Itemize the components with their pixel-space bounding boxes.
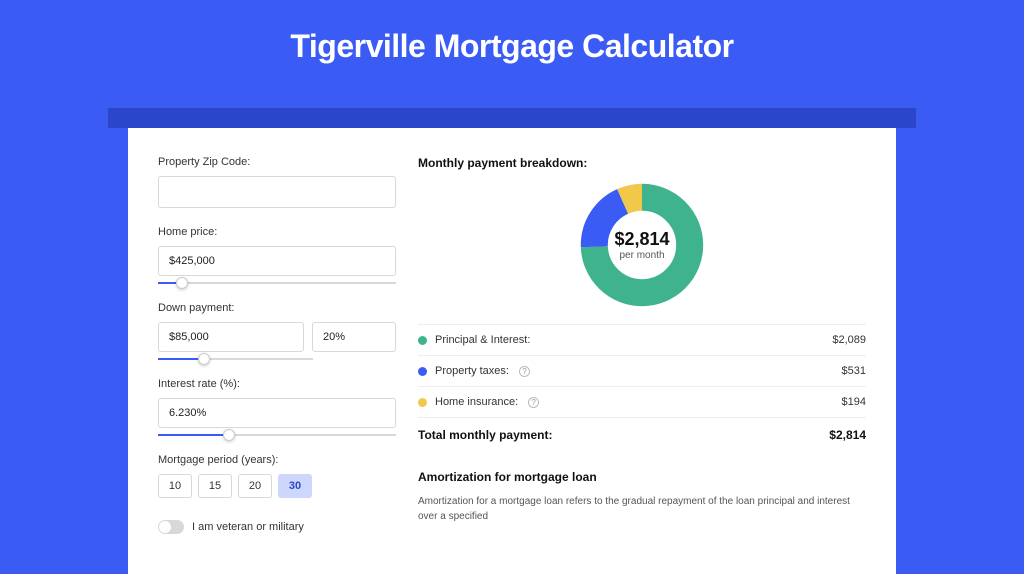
calculator-card: Property Zip Code: Home price: Down paym… [128, 128, 896, 574]
legend-amount: $194 [842, 396, 866, 408]
interest-group: Interest rate (%): [158, 378, 396, 436]
period-options: 10 15 20 30 [158, 474, 396, 498]
home-price-group: Home price: [158, 226, 396, 284]
legend-label: Property taxes: [435, 365, 509, 377]
legend-insurance: Home insurance: ? $194 [418, 386, 866, 417]
form-column: Property Zip Code: Home price: Down paym… [158, 156, 396, 534]
toggle-knob [159, 521, 171, 533]
interest-label: Interest rate (%): [158, 378, 396, 390]
zip-input[interactable] [158, 176, 396, 208]
dot-icon [418, 367, 427, 376]
home-price-slider-thumb[interactable] [176, 277, 188, 289]
donut-chart-wrap: $2,814 per month [418, 176, 866, 324]
total-label: Total monthly payment: [418, 428, 552, 442]
amortization-title: Amortization for mortgage loan [418, 470, 866, 484]
legend-label: Home insurance: [435, 396, 518, 408]
total-amount: $2,814 [829, 428, 866, 442]
legend-principal: Principal & Interest: $2,089 [418, 324, 866, 355]
legend-label: Principal & Interest: [435, 334, 530, 346]
home-price-input[interactable] [158, 246, 396, 276]
amortization-text: Amortization for a mortgage loan refers … [418, 494, 866, 524]
period-btn-20[interactable]: 20 [238, 474, 272, 498]
donut-amount: $2,814 [614, 229, 669, 250]
interest-slider[interactable] [158, 434, 396, 436]
down-payment-slider[interactable] [158, 358, 313, 360]
zip-label: Property Zip Code: [158, 156, 396, 168]
down-payment-input[interactable] [158, 322, 304, 352]
info-icon[interactable]: ? [528, 397, 539, 408]
home-price-label: Home price: [158, 226, 396, 238]
home-price-slider[interactable] [158, 282, 396, 284]
donut-chart: $2,814 per month [579, 182, 705, 308]
amortization-block: Amortization for mortgage loan Amortizat… [418, 470, 866, 524]
period-btn-30[interactable]: 30 [278, 474, 312, 498]
interest-input[interactable] [158, 398, 396, 428]
veteran-toggle[interactable] [158, 520, 184, 534]
breakdown-title: Monthly payment breakdown: [418, 156, 866, 170]
legend-taxes: Property taxes: ? $531 [418, 355, 866, 386]
breakdown-column: Monthly payment breakdown: $2,814 per mo… [418, 156, 866, 534]
card-shadow [108, 108, 916, 128]
period-btn-10[interactable]: 10 [158, 474, 192, 498]
dot-icon [418, 336, 427, 345]
period-group: Mortgage period (years): 10 15 20 30 [158, 454, 396, 498]
page-title: Tigerville Mortgage Calculator [0, 0, 1024, 89]
dot-icon [418, 398, 427, 407]
legend-amount: $2,089 [832, 334, 866, 346]
total-row: Total monthly payment: $2,814 [418, 417, 866, 442]
zip-group: Property Zip Code: [158, 156, 396, 208]
down-payment-slider-thumb[interactable] [198, 353, 210, 365]
period-label: Mortgage period (years): [158, 454, 396, 466]
legend-amount: $531 [842, 365, 866, 377]
period-btn-15[interactable]: 15 [198, 474, 232, 498]
veteran-row: I am veteran or military [158, 520, 396, 534]
info-icon[interactable]: ? [519, 366, 530, 377]
interest-slider-thumb[interactable] [223, 429, 235, 441]
down-payment-label: Down payment: [158, 302, 396, 314]
donut-sub: per month [619, 250, 664, 261]
veteran-label: I am veteran or military [192, 521, 304, 533]
down-payment-group: Down payment: [158, 302, 396, 360]
down-payment-pct-input[interactable] [312, 322, 396, 352]
